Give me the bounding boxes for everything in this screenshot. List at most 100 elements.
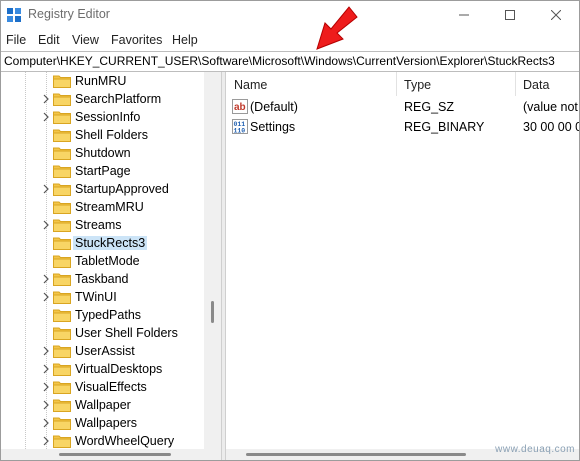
folder-icon	[53, 381, 71, 394]
value-row-settings[interactable]: 011 110 Settings REG_BINARY 30 00 00 00	[226, 117, 579, 137]
tree-item[interactable]: VisualEffects	[1, 378, 221, 396]
tree-item[interactable]: UserAssist	[1, 342, 221, 360]
binary-value-icon: 011 110	[232, 119, 248, 134]
folder-icon	[53, 255, 71, 268]
tree-item[interactable]: VirtualDesktops	[1, 360, 221, 378]
chevron-right-icon[interactable]	[41, 111, 51, 123]
tree-item[interactable]: SessionInfo	[1, 108, 221, 126]
folder-icon	[53, 435, 71, 448]
tree-item-label: SessionInfo	[75, 110, 141, 124]
tree-item-label: RunMRU	[75, 74, 127, 88]
chevron-right-icon[interactable]	[41, 93, 51, 105]
chevron-right-icon[interactable]	[41, 291, 51, 303]
tree-item[interactable]: RunMRU	[1, 72, 221, 90]
chevron-right-icon[interactable]	[41, 381, 51, 393]
tree-item-label: Shell Folders	[75, 128, 148, 142]
values-list[interactable]: Name Type Data ab (Default) REG_SZ (valu…	[226, 72, 579, 449]
folder-icon	[53, 363, 71, 376]
tree-item-label: UserAssist	[75, 344, 135, 358]
tree-scroll-thumb[interactable]	[211, 301, 214, 323]
red-arrow-annotation	[316, 6, 358, 50]
tree-item[interactable]: StuckRects3	[1, 234, 221, 252]
tree-item-label: StartupApproved	[75, 182, 169, 196]
value-type: REG_SZ	[404, 100, 455, 114]
menu-bar: File Edit View Favorites Help	[1, 30, 579, 50]
folder-icon	[53, 165, 71, 178]
tree-item[interactable]: Streams	[1, 216, 221, 234]
folder-icon	[53, 183, 71, 196]
tree-item[interactable]: Taskband	[1, 270, 221, 288]
column-header-data[interactable]: Data	[515, 72, 579, 96]
tree-item-label: User Shell Folders	[75, 326, 178, 340]
svg-text:110: 110	[234, 128, 246, 135]
tree-item[interactable]: StartupApproved	[1, 180, 221, 198]
column-header-name[interactable]: Name	[226, 72, 396, 96]
tree-item-label: TypedPaths	[75, 308, 142, 322]
folder-icon	[53, 309, 71, 322]
minimize-button[interactable]	[441, 1, 487, 29]
address-bar[interactable]: Computer\HKEY_CURRENT_USER\Software\Micr…	[1, 51, 579, 72]
chevron-right-icon[interactable]	[41, 435, 51, 447]
column-data-label: Data	[523, 78, 550, 92]
maximize-button[interactable]	[487, 1, 533, 29]
tree-item[interactable]: User Shell Folders	[1, 324, 221, 342]
chevron-right-icon[interactable]	[41, 363, 51, 375]
tree-item-label: VirtualDesktops	[75, 362, 163, 376]
folder-icon	[53, 237, 71, 250]
folder-icon	[53, 201, 71, 214]
column-type-label: Type	[404, 78, 432, 92]
tree-item-label: TWinUI	[75, 290, 117, 304]
tree-item[interactable]: WordWheelQuery	[1, 432, 221, 449]
chevron-right-icon[interactable]	[41, 417, 51, 429]
value-data: 30 00 00 00	[523, 120, 579, 134]
value-name: Settings	[250, 120, 296, 134]
tree-hscroll-thumb[interactable]	[59, 453, 171, 456]
chevron-right-icon[interactable]	[41, 219, 51, 231]
menu-favorites[interactable]: Favorites	[111, 33, 162, 47]
close-button[interactable]	[533, 1, 579, 29]
tree-item-label: Shutdown	[75, 146, 131, 160]
chevron-right-icon[interactable]	[41, 399, 51, 411]
title-bar: Registry Editor	[1, 1, 579, 29]
tree-item[interactable]: Shell Folders	[1, 126, 221, 144]
folder-icon	[53, 273, 71, 286]
tree-item[interactable]: Shutdown	[1, 144, 221, 162]
chevron-right-icon[interactable]	[41, 273, 51, 285]
tree-item[interactable]: StreamMRU	[1, 198, 221, 216]
svg-text:ab: ab	[234, 102, 246, 113]
tree-item-label: Streams	[75, 218, 122, 232]
folder-icon	[53, 327, 71, 340]
tree-horizontal-scrollbar[interactable]	[1, 449, 221, 460]
tree-item-label: Taskband	[75, 272, 129, 286]
tree-item[interactable]: SearchPlatform	[1, 90, 221, 108]
tree-item[interactable]: TWinUI	[1, 288, 221, 306]
folder-icon	[53, 291, 71, 304]
tree-item[interactable]: Wallpaper	[1, 396, 221, 414]
value-name: (Default)	[250, 100, 298, 114]
tree-item-label: StartPage	[75, 164, 131, 178]
tree-item-label: TabletMode	[75, 254, 140, 268]
chevron-right-icon[interactable]	[41, 345, 51, 357]
menu-help[interactable]: Help	[172, 33, 198, 47]
tree-item-label: StuckRects3	[73, 236, 148, 250]
address-path[interactable]: Computer\HKEY_CURRENT_USER\Software\Micr…	[4, 54, 555, 68]
tree-item-label: SearchPlatform	[75, 92, 162, 106]
chevron-right-icon[interactable]	[41, 183, 51, 195]
folder-icon	[53, 219, 71, 232]
watermark: www.deuaq.com	[495, 444, 575, 455]
tree-item-label: WordWheelQuery	[75, 434, 175, 448]
column-header-type[interactable]: Type	[396, 72, 516, 96]
menu-file[interactable]: File	[6, 33, 26, 47]
tree-item[interactable]: StartPage	[1, 162, 221, 180]
folder-icon	[53, 75, 71, 88]
menu-view[interactable]: View	[72, 33, 99, 47]
registry-editor-window: Registry Editor File Edit View Favorites…	[0, 0, 580, 461]
values-hscroll-thumb[interactable]	[246, 453, 466, 456]
tree-item[interactable]: Wallpapers	[1, 414, 221, 432]
value-row-default[interactable]: ab (Default) REG_SZ (value not	[226, 97, 579, 117]
tree-vertical-scrollbar[interactable]	[204, 72, 221, 449]
tree-item[interactable]: TabletMode	[1, 252, 221, 270]
tree-item[interactable]: TypedPaths	[1, 306, 221, 324]
key-tree[interactable]: RunMRU SearchPlatform SessionInfo Shell Fol…	[1, 72, 221, 449]
menu-edit[interactable]: Edit	[38, 33, 60, 47]
